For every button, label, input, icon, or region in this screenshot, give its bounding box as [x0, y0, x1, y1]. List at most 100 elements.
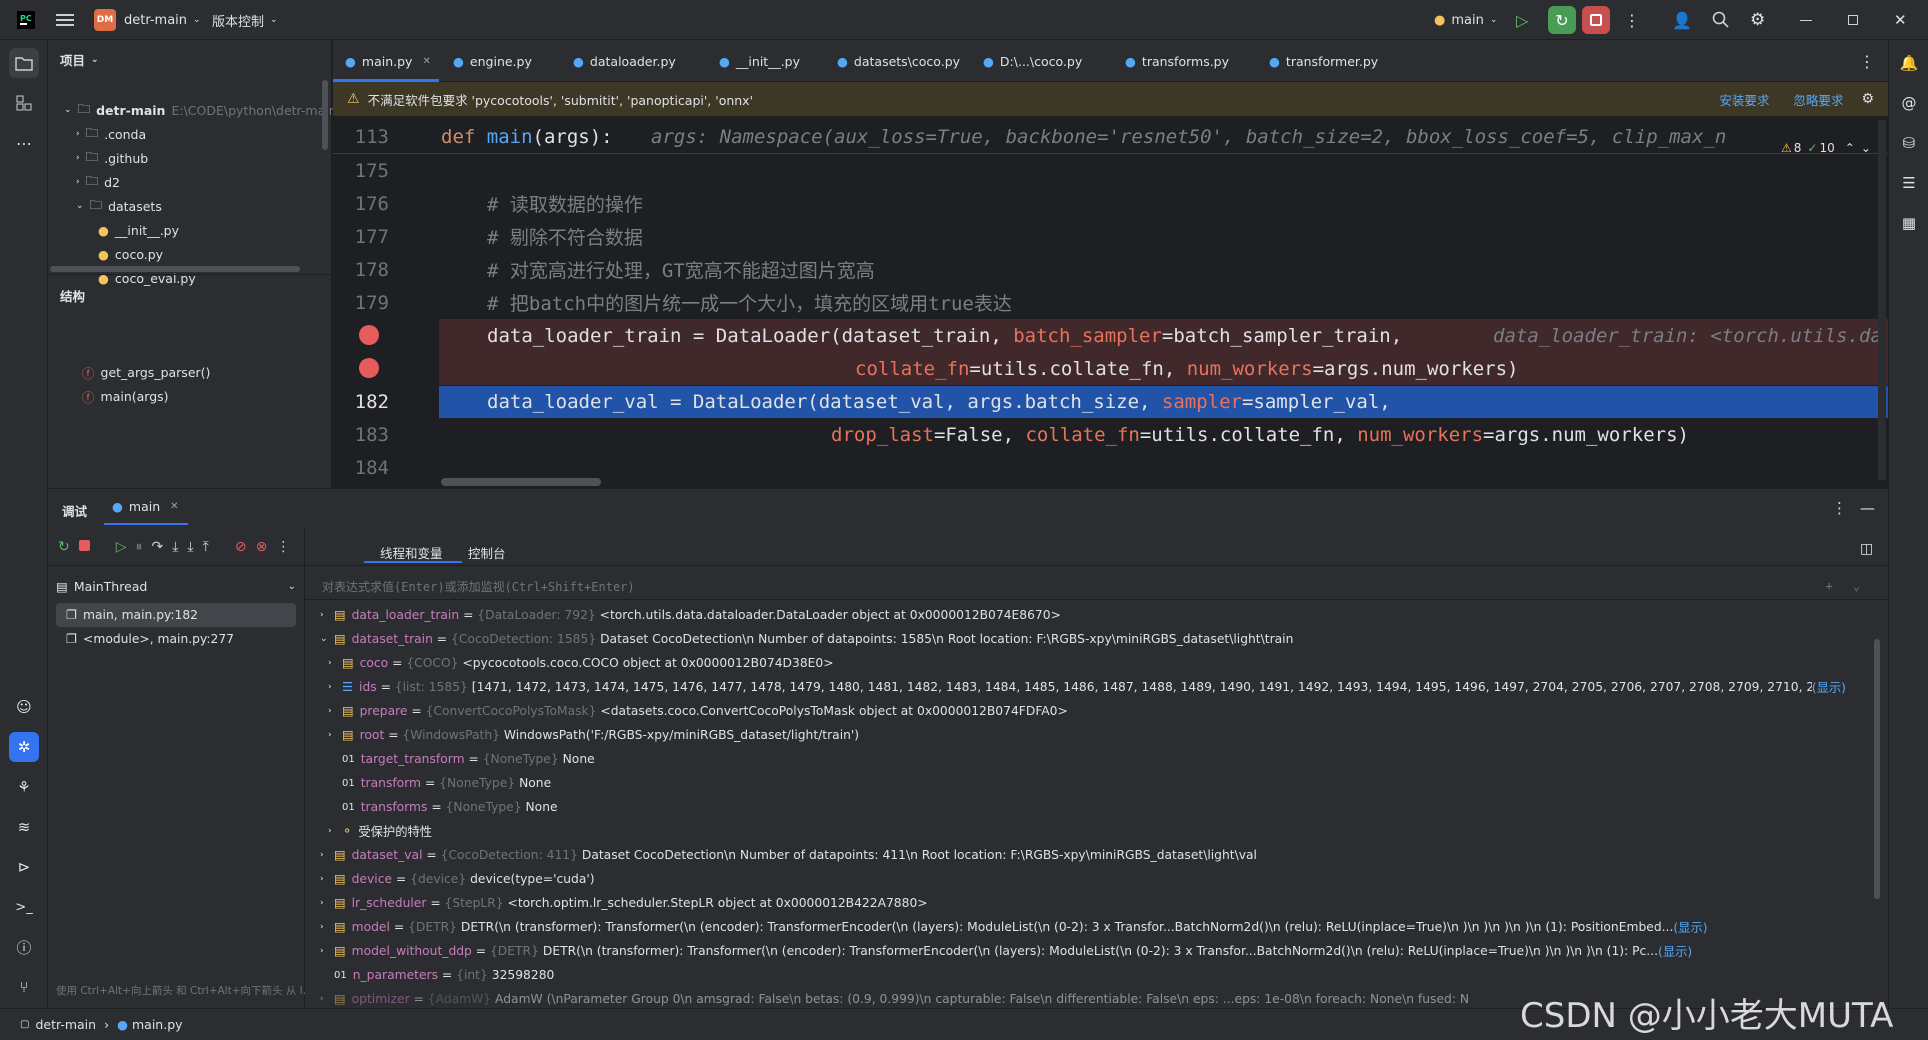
vcs-menu[interactable]: 版本控制 ⌄ — [212, 0, 278, 40]
variable-row[interactable]: › ▤ coco = {COCO} <pycocotools.coco.COCO o… — [328, 651, 1868, 675]
thread-selector[interactable]: ▤ MainThread ⌄ — [56, 573, 296, 599]
debug-session-tab[interactable]: ● main ✕ — [112, 499, 179, 514]
variable-row[interactable]: 01 transforms = {NoneType} None — [342, 795, 1870, 819]
pause-icon[interactable]: ⏸ — [136, 539, 143, 555]
show-value-link[interactable]: (显示) — [1658, 942, 1692, 960]
python-console-icon[interactable]: ⚘ — [9, 772, 39, 802]
code-line-breakpoint[interactable]: collate_fn=utils.collate_fn, num_workers… — [333, 352, 1888, 385]
variable-row[interactable]: › ▤ device = {device} device(type='cuda') — [320, 867, 1860, 891]
close-icon[interactable]: ✕ — [170, 501, 178, 512]
variable-row[interactable]: › ▤ model = {DETR} DETR(\n (transformer): … — [320, 915, 1860, 939]
services-icon[interactable]: ⊳ — [9, 852, 39, 882]
tab-transforms-py[interactable]: ● transforms.py — [1125, 40, 1229, 82]
tab-console[interactable]: 控制台 — [468, 543, 506, 562]
resume-program-icon[interactable]: ▷ — [116, 539, 127, 555]
ai-assistant-icon[interactable]: ☺ — [9, 692, 39, 722]
project-switcher[interactable]: DM detr-main ⌄ — [94, 0, 201, 40]
debug-bug-icon[interactable]: ✲ — [9, 732, 39, 762]
variable-row[interactable]: › ▤ prepare = {ConvertCocoPolysToMask} <da… — [328, 699, 1868, 723]
chevron-down-icon[interactable]: ⌄ — [1853, 579, 1860, 593]
mute-breakpoints-icon[interactable]: ⊗ — [256, 539, 268, 555]
tab-transformer-py[interactable]: ● transformer.py — [1269, 40, 1378, 82]
stack-frame[interactable]: ❐ <module>, main.py:277 — [56, 627, 296, 651]
notifications-bell-icon[interactable]: 🔔 — [1894, 48, 1924, 78]
tab-dataloader-py[interactable]: ● dataloader.py — [573, 40, 676, 82]
structure-item[interactable]: ⓕ main(args) — [82, 384, 169, 408]
structure-item[interactable]: ⓕ get_args_parser() — [82, 360, 210, 384]
variable-row[interactable]: › ▤ model_without_ddp = {DETR} DETR(\n (tr… — [320, 939, 1860, 963]
tab-engine-py[interactable]: ● engine.py — [453, 40, 532, 82]
tree-item[interactable]: › 🗀 .conda — [76, 122, 146, 146]
settings-gear-icon[interactable]: ⚙ — [1861, 91, 1874, 107]
restore-icon[interactable] — [1848, 0, 1858, 40]
project-tool-icon[interactable] — [9, 48, 39, 78]
layout-icon[interactable]: ◫ — [1860, 541, 1873, 557]
stop-icon[interactable] — [78, 539, 90, 555]
variable-row[interactable]: 01 transform = {NoneType} None — [342, 771, 1870, 795]
tree-vscrollbar[interactable] — [322, 80, 328, 150]
step-out-icon[interactable]: ⤒ — [203, 539, 209, 555]
show-value-link[interactable]: (显示) — [1812, 678, 1846, 696]
code-line-current[interactable]: 182 data_loader_val = DataLoader(dataset… — [333, 385, 1888, 418]
ignore-requirements-link[interactable]: 忽略要求 — [1793, 90, 1843, 109]
code-line[interactable]: 177 # 剔除不符合数据 — [333, 220, 1888, 253]
step-into-icon[interactable]: ⤓ — [172, 539, 178, 555]
main-menu-icon[interactable] — [56, 0, 74, 40]
sciview-table-icon[interactable]: ▦ — [1894, 208, 1924, 238]
evaluate-expression-input[interactable]: 对表达式求值(Enter)或添加监视(Ctrl+Shift+Enter) + ⌄ — [310, 573, 1870, 599]
variable-row[interactable]: 01 target_transform = {NoneType} None — [342, 747, 1870, 771]
breakpoint-icon[interactable] — [359, 358, 379, 378]
git-icon[interactable]: ⑂ — [9, 972, 39, 1002]
stack-frame-selected[interactable]: ❐ main, main.py:182 — [56, 603, 296, 627]
tree-item[interactable]: ● coco.py — [98, 242, 163, 266]
layers-icon[interactable]: ≋ — [9, 812, 39, 842]
more-actions-icon[interactable]: ⋮ — [1624, 0, 1640, 40]
step-into-my-code-icon[interactable]: ⤓ — [187, 539, 193, 555]
tab-init-py[interactable]: ● __init__.py — [719, 40, 800, 82]
variable-row[interactable]: 01 n_parameters = {int} 32598280 — [334, 963, 1870, 987]
variable-row[interactable]: › ▤ data_loader_train = {DataLoader: 792} … — [320, 603, 1860, 627]
variable-row[interactable]: ⌄ ▤ dataset_train = {CocoDetection: 1585} … — [320, 627, 1860, 651]
editor-vscrollbar[interactable] — [1878, 120, 1886, 480]
tree-item[interactable]: ● __init__.py — [98, 218, 179, 242]
more-actions-icon[interactable]: ⋮ — [1832, 499, 1847, 517]
variable-row[interactable]: › ☰ ids = {list: 1585} [1471, 1472, 1473, … — [328, 675, 1868, 699]
terminal-icon[interactable]: >_ — [9, 892, 39, 922]
breadcrumb-project[interactable]: detr-main — [35, 1017, 96, 1032]
breakpoint-icon[interactable] — [359, 325, 379, 345]
show-value-link[interactable]: (显示) — [1673, 918, 1707, 936]
tab-threads-variables[interactable]: 线程和变量 — [380, 543, 443, 562]
more-tools-icon[interactable]: ⋯ — [9, 128, 39, 158]
stop-icon[interactable] — [1582, 6, 1610, 34]
more-actions-icon[interactable]: ⋮ — [276, 539, 290, 555]
install-requirements-link[interactable]: 安装要求 — [1719, 90, 1769, 109]
resume-icon[interactable]: ▷ — [1516, 0, 1528, 40]
tree-root[interactable]: ⌄ 🗀 detr-main E:\CODE\python\detr-main — [64, 98, 337, 122]
tab-datasets-coco-py[interactable]: ● datasets\coco.py — [837, 40, 960, 82]
server-icon[interactable]: ☰ — [1894, 168, 1924, 198]
database-icon[interactable]: ⛁ — [1894, 128, 1924, 158]
project-panel-header[interactable]: 项目 ⌄ — [60, 50, 99, 69]
variable-row[interactable]: › ▤ root = {WindowsPath} WindowsPath('F:/R… — [328, 723, 1868, 747]
settings-gear-icon[interactable]: ⚙ — [1750, 0, 1765, 40]
minimize-icon[interactable] — [1800, 0, 1812, 40]
add-user-icon[interactable]: 👤 — [1672, 0, 1692, 40]
close-icon[interactable]: ✕ — [1894, 0, 1907, 40]
variable-row[interactable]: › ⚬ 受保护的特性 — [328, 819, 1868, 843]
code-line[interactable]: 183 drop_last=False, collate_fn=utils.co… — [333, 418, 1888, 451]
sticky-line[interactable]: 113 def main(args): args: Namespace(aux_… — [333, 120, 1888, 153]
tree-item[interactable]: ⌄ 🗀 datasets — [76, 194, 162, 218]
code-line[interactable]: 179 # 把batch中的图片统一成一个大小，填充的区域用true表达 — [333, 286, 1888, 319]
variable-row[interactable]: › ▤ dataset_val = {CocoDetection: 411} Dat… — [320, 843, 1860, 867]
minimize-panel-icon[interactable]: — — [1860, 499, 1875, 517]
tree-item[interactable]: › 🗀 d2 — [76, 170, 120, 194]
code-line[interactable]: 176 # 读取数据的操作 — [333, 187, 1888, 220]
tab-d-coco-py[interactable]: ● D:\...\coco.py — [983, 40, 1082, 82]
editor-hscrollbar[interactable] — [441, 478, 601, 486]
variables-scrollbar[interactable] — [1874, 639, 1880, 899]
run-config-selector[interactable]: ● main ⌄ — [1434, 0, 1497, 40]
tabs-more-icon[interactable]: ⋮ — [1859, 40, 1875, 82]
view-breakpoints-icon[interactable]: ⊘ — [235, 539, 247, 555]
ai-chat-icon[interactable]: @ — [1894, 88, 1924, 118]
problems-icon[interactable]: ⓘ — [9, 932, 39, 962]
